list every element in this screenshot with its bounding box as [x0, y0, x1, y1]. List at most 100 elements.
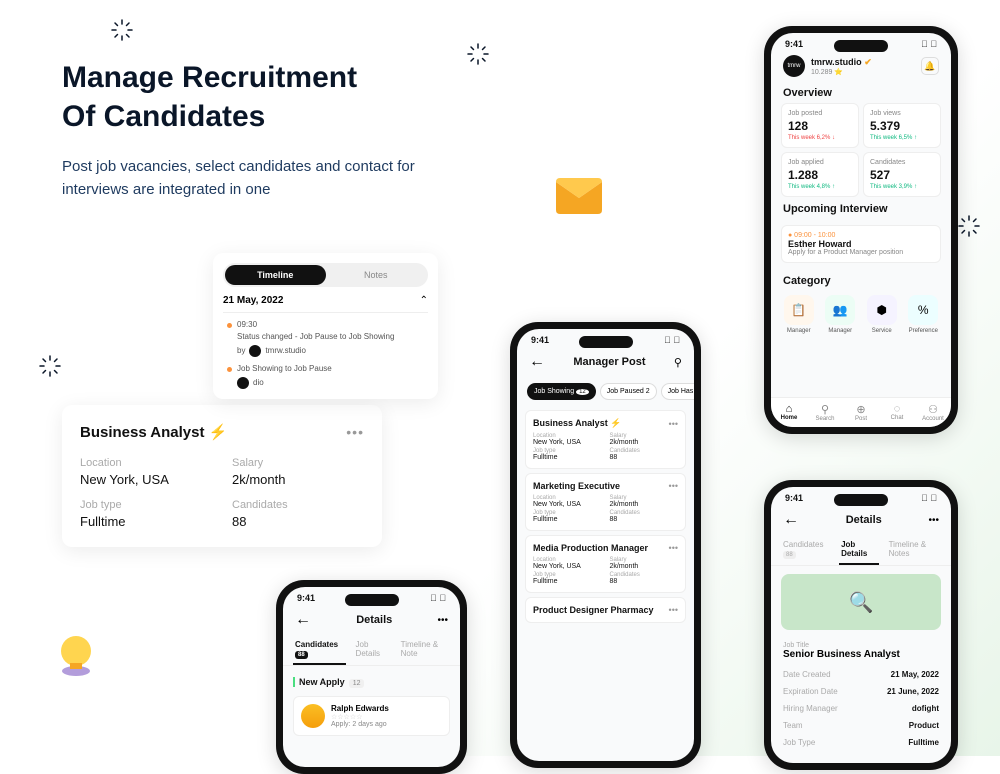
status-time: 9:41: [785, 493, 803, 503]
phone-overview: 9:41􀙇 􀛨 tmrw tmrw.studio ✔ 10.289 ⭐ 🔔 Ov…: [764, 26, 958, 434]
search-icon[interactable]: ⚲: [674, 356, 682, 369]
sparkle-icon: [38, 354, 62, 378]
nav-post[interactable]: ⊕Post: [843, 403, 879, 422]
phone-details: 9:41 􀙇 􀛨 ← Details ••• Candidates 88 Job …: [764, 480, 958, 770]
category-manager2[interactable]: 👥Manager: [823, 295, 859, 334]
lightbulb-icon: [53, 631, 99, 677]
chip-job-paused[interactable]: Job Paused 2: [600, 383, 657, 400]
category-manager[interactable]: 📋Manager: [781, 295, 817, 334]
candidates-label: Candidates: [232, 499, 364, 511]
phone-manager-post: 9:41 􀙇 􀛨 ← Manager Post ⚲ Job Showing12 J…: [510, 322, 701, 768]
job-list-item[interactable]: Product Designer Pharmacy•••: [525, 597, 686, 623]
status-icons: 􀙇 􀛨: [921, 39, 937, 49]
overview-title: Overview: [771, 81, 951, 103]
hero-subtitle: Post job vacancies, select candidates an…: [62, 156, 482, 201]
more-icon[interactable]: •••: [437, 615, 448, 626]
tab-timeline[interactable]: Timeline: [225, 265, 326, 285]
account-icon: ⚇: [915, 403, 951, 416]
more-icon[interactable]: •••: [669, 481, 678, 491]
chip-job-expired[interactable]: Job Has Ex: [661, 383, 694, 400]
job-title-label: Job Title: [783, 642, 939, 649]
home-icon: ⌂: [771, 403, 807, 415]
apply-time: Apply: 2 days ago: [331, 721, 389, 728]
page-title: Details: [356, 614, 392, 626]
status-time: 9:41: [297, 593, 315, 603]
salary-label: Salary: [232, 457, 364, 469]
tab-candidates[interactable]: Candidates 88: [781, 535, 831, 565]
salary-value: 2k/month: [232, 472, 364, 487]
brand-logo-icon: tmrw: [783, 55, 805, 77]
rating-stars: ☆☆☆☆☆: [331, 713, 389, 721]
chevron-up-icon[interactable]: ⌃: [420, 295, 428, 306]
more-icon[interactable]: •••: [669, 419, 678, 429]
timeline-entry: Job Showing to Job Pause dio: [223, 357, 428, 389]
candidates-value: 88: [232, 514, 364, 529]
timeline-date: 21 May, 2022: [223, 295, 283, 306]
jobtype-label: Job type: [80, 499, 212, 511]
stat-job-posted[interactable]: Job posted128This week 6,2% ↓: [781, 103, 859, 148]
back-icon[interactable]: ←: [783, 511, 799, 529]
phone-candidates: 9:41 􀙇 􀛨 ← Details ••• Candidates 88 Job …: [276, 580, 467, 774]
sparkle-icon: [957, 214, 981, 238]
job-title-value: Senior Business Analyst: [783, 649, 939, 660]
brand-logo-icon: [237, 377, 249, 389]
brand-name: tmrw.studio: [811, 57, 862, 67]
tab-notes[interactable]: Notes: [326, 265, 427, 285]
nav-search[interactable]: ⚲Search: [807, 403, 843, 422]
job-list-item[interactable]: Marketing Executive••• LocationNew York,…: [525, 473, 686, 531]
location-label: Location: [80, 457, 212, 469]
page-title: Details: [846, 514, 882, 526]
candidate-card[interactable]: Ralph Edwards ☆☆☆☆☆ Apply: 2 days ago: [293, 696, 450, 736]
candidate-name: Ralph Edwards: [331, 704, 389, 713]
brand-logo-icon: [249, 345, 261, 357]
sparkle-icon: [110, 18, 134, 42]
upcoming-title: Upcoming Interview: [771, 197, 951, 219]
status-icons: 􀙇 􀛨: [430, 593, 446, 603]
nav-home[interactable]: ⌂Home: [771, 403, 807, 422]
more-icon[interactable]: •••: [346, 424, 364, 440]
tab-candidates[interactable]: Candidates 88: [293, 635, 346, 665]
job-list-item[interactable]: Media Production Manager••• LocationNew …: [525, 535, 686, 593]
new-apply-title: New Apply: [293, 677, 345, 687]
hero-title: Manage RecruitmentOf Candidates: [62, 58, 482, 136]
tab-job-details[interactable]: Job Details: [354, 635, 391, 665]
envelope-icon: [552, 176, 606, 216]
interview-card[interactable]: ● 09:00 - 10:00 Esther Howard Apply for …: [781, 225, 941, 263]
more-icon[interactable]: •••: [669, 543, 678, 553]
category-title: Category: [771, 269, 951, 291]
job-summary-card: Business Analyst ⚡ ••• Location New York,…: [62, 405, 382, 547]
category-service[interactable]: ⬢Service: [864, 295, 900, 334]
job-title: Business Analyst ⚡: [80, 423, 227, 441]
more-icon[interactable]: •••: [928, 515, 939, 526]
tab-timeline-notes[interactable]: Timeline & Note: [399, 635, 450, 665]
chip-job-showing[interactable]: Job Showing12: [527, 383, 596, 400]
avatar: [301, 704, 325, 728]
jobtype-value: Fulltime: [80, 514, 212, 529]
tab-job-details[interactable]: Job Details: [839, 535, 879, 565]
stat-job-applied[interactable]: Job applied1.288This week 4,8% ↑: [781, 152, 859, 197]
nav-account[interactable]: ⚇Account: [915, 403, 951, 422]
job-hero-image: 🔍: [781, 574, 941, 630]
timeline-entry: 09:30 Status changed - Job Pause to Job …: [223, 313, 428, 357]
search-icon: ⚲: [807, 403, 843, 416]
status-time: 9:41: [785, 39, 803, 49]
timeline-card: Timeline Notes 21 May, 2022 ⌃ 09:30 Stat…: [213, 253, 438, 399]
page-title: Manager Post: [573, 356, 645, 368]
job-list-item[interactable]: Business Analyst ⚡••• LocationNew York, …: [525, 410, 686, 469]
post-icon: ⊕: [843, 403, 879, 416]
more-icon[interactable]: •••: [669, 605, 678, 615]
location-value: New York, USA: [80, 472, 212, 487]
back-icon[interactable]: ←: [529, 353, 545, 371]
back-icon[interactable]: ←: [295, 611, 311, 629]
chat-icon: ◌: [879, 403, 915, 415]
stat-candidates[interactable]: Candidates527This week 3,9% ↑: [863, 152, 941, 197]
status-icons: 􀙇 􀛨: [921, 493, 937, 503]
tab-timeline-notes[interactable]: Timeline & Notes: [887, 535, 941, 565]
status-icons: 􀙇 􀛨: [664, 335, 680, 345]
nav-chat[interactable]: ◌Chat: [879, 403, 915, 422]
stat-job-views[interactable]: Job views5.379This week 6,5% ↑: [863, 103, 941, 148]
status-time: 9:41: [531, 335, 549, 345]
brand-sub: 10.289 ⭐: [811, 68, 872, 76]
notification-icon[interactable]: 🔔: [921, 57, 939, 75]
category-preference[interactable]: %Preference: [906, 295, 942, 334]
